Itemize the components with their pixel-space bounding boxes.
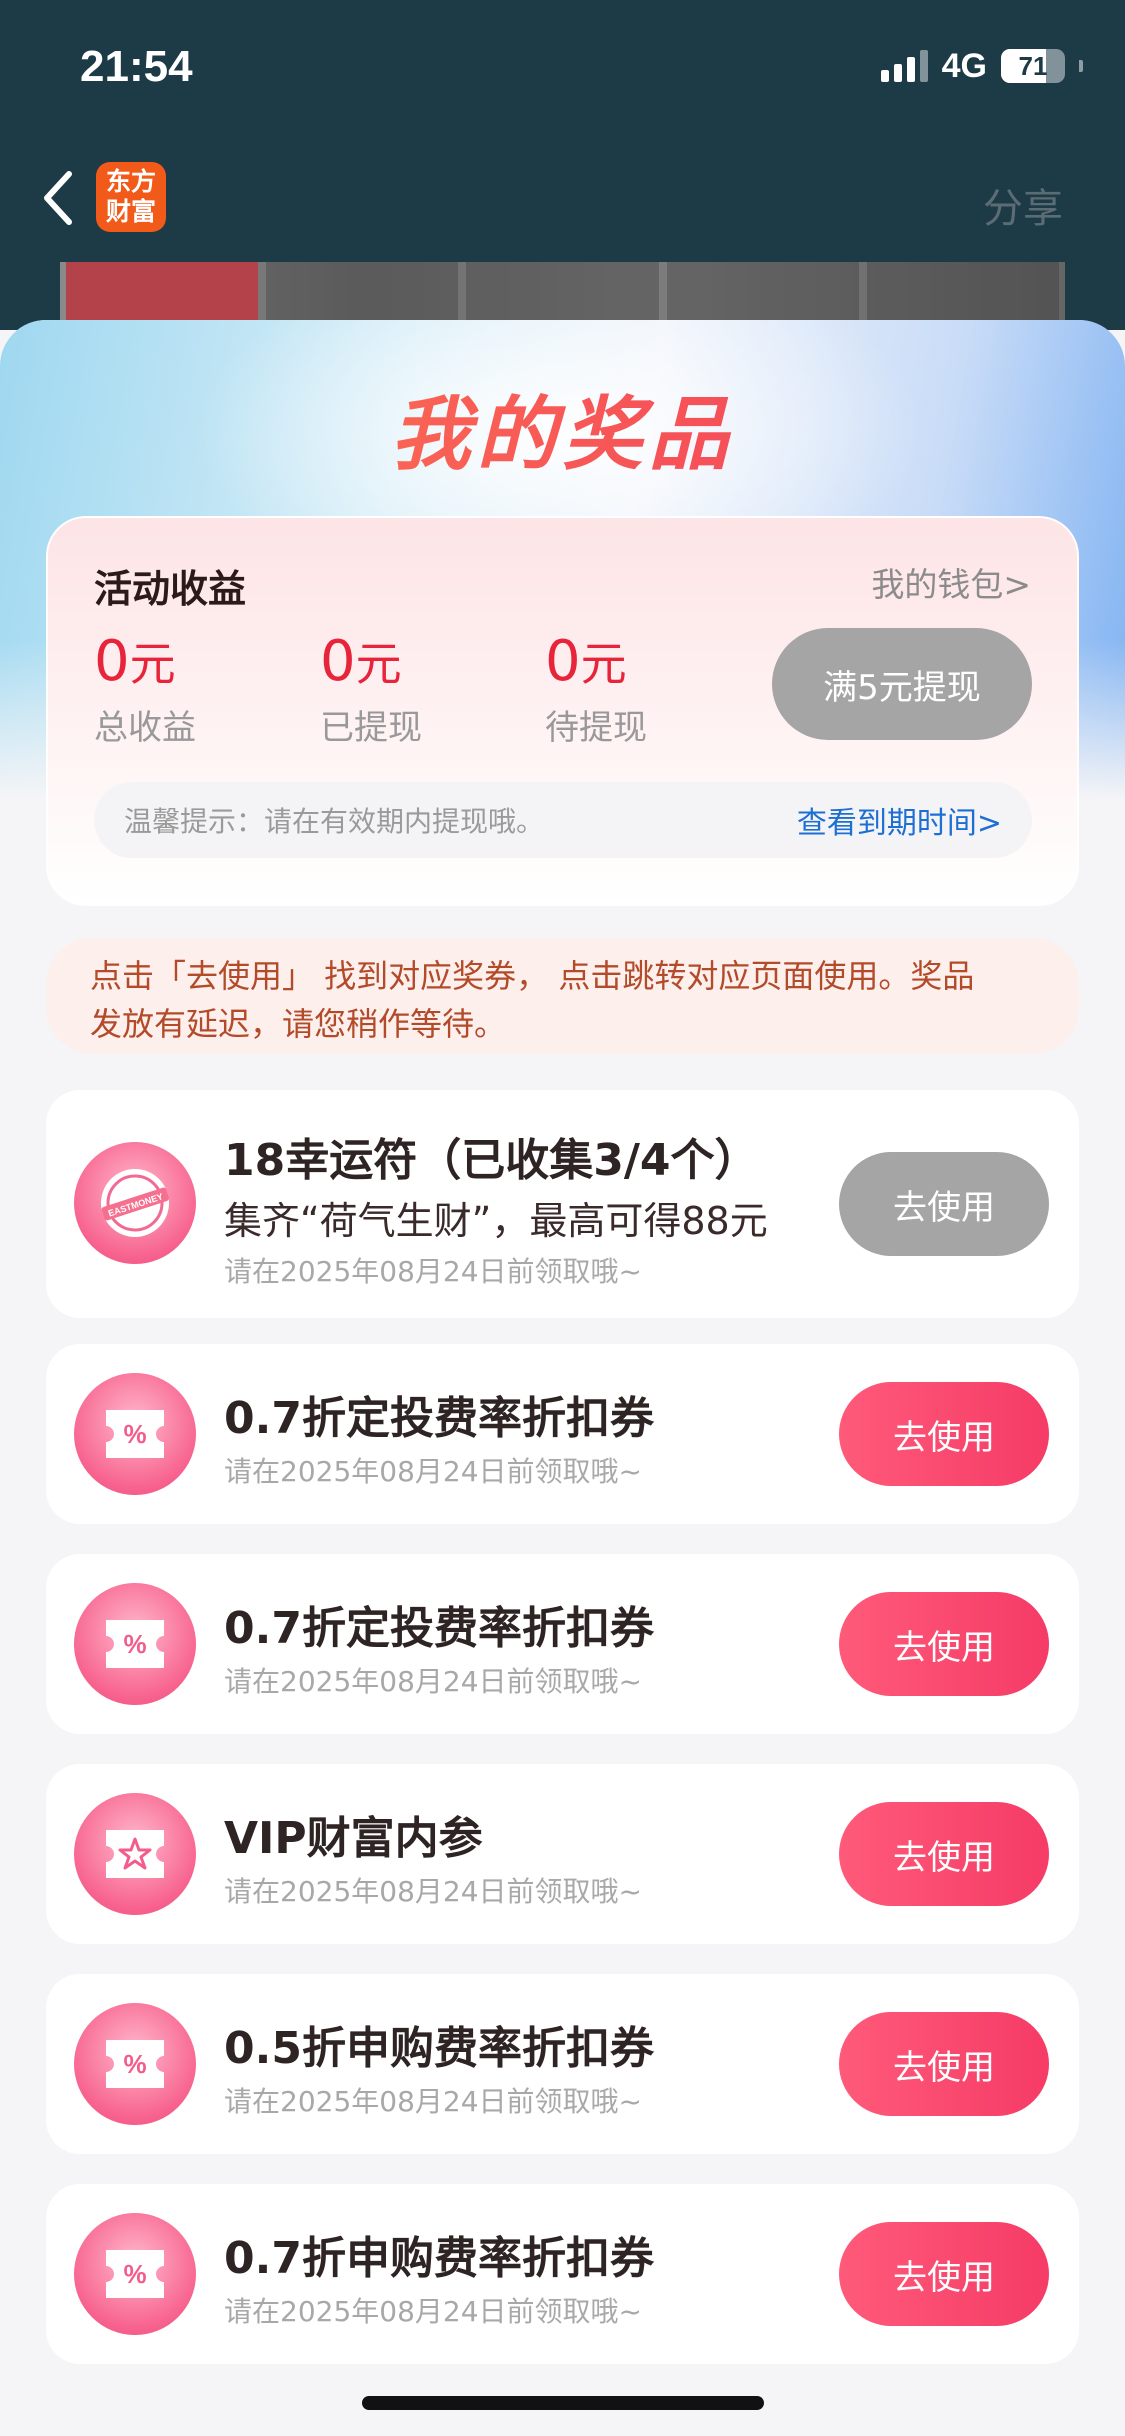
prize-item: EASTMONEY 18幸运符（已收集3/4个） 集齐“荷气生财”，最高可得88… [46, 1090, 1079, 1318]
expiry-link[interactable]: 查看到期时间> [797, 798, 1002, 842]
percent-coupon-icon: % [74, 1373, 196, 1495]
prize-date: 请在2025年08月24日前领取哦~ [224, 1875, 642, 1908]
prize-date: 请在2025年08月24日前领取哦~ [224, 2295, 642, 2328]
svg-text:%: % [123, 1419, 146, 1449]
use-button[interactable]: 去使用 [839, 2222, 1049, 2326]
battery-icon: 71 [1001, 49, 1065, 83]
prize-title: 0.7折定投费率折扣券 [224, 1603, 654, 1654]
percent-coupon-icon: % [74, 1583, 196, 1705]
prize-title: 18幸运符（已收集3/4个） [224, 1135, 759, 1186]
share-button[interactable]: 分享 [983, 176, 1063, 234]
star-ticket-icon [74, 1793, 196, 1915]
signal-icon [880, 50, 928, 82]
prize-item: VIP财富内参 请在2025年08月24日前领取哦~ 去使用 [46, 1764, 1079, 1944]
stat-pending: 0元 待提现 [545, 629, 647, 749]
tip-text: 温馨提示：请在有效期内提现哦。 [124, 805, 545, 838]
earnings-heading: 活动收益 [94, 567, 247, 611]
wallet-link[interactable]: 我的钱包> [871, 558, 1031, 606]
prize-item: % 0.7折定投费率折扣券 请在2025年08月24日前领取哦~ 去使用 [46, 1554, 1079, 1734]
eastmoney-badge-icon: EASTMONEY [74, 1142, 196, 1264]
top-header: 21:54 4G 71 东方 财富 分享 [0, 0, 1125, 342]
prize-date: 请在2025年08月24日前领取哦~ [224, 1665, 642, 1698]
status-indicators: 4G 71 [880, 46, 1083, 86]
percent-coupon-icon: % [74, 2003, 196, 2125]
home-indicator[interactable] [362, 2396, 764, 2410]
withdraw-button[interactable]: 满5元提现 [772, 628, 1032, 740]
prize-item: % 0.5折申购费率折扣券 请在2025年08月24日前领取哦~ 去使用 [46, 1974, 1079, 2154]
battery-level: 71 [1018, 50, 1048, 81]
stat-withdrawn: 0元 已提现 [320, 629, 422, 749]
use-button[interactable]: 去使用 [839, 1152, 1049, 1256]
prize-date: 请在2025年08月24日前领取哦~ [224, 1455, 642, 1488]
prize-title: VIP财富内参 [224, 1813, 483, 1864]
use-button[interactable]: 去使用 [839, 1382, 1049, 1486]
use-button[interactable]: 去使用 [839, 1592, 1049, 1696]
usage-notice: 点击「去使用」 找到对应奖券， 点击跳转对应页面使用。奖品 发放有延迟，请您稍作… [46, 938, 1079, 1054]
prize-item: % 0.7折申购费率折扣券 请在2025年08月24日前领取哦~ 去使用 [46, 2184, 1079, 2364]
chevron-left-icon [44, 171, 72, 225]
prize-title: 0.7折定投费率折扣券 [224, 1393, 654, 1444]
use-button[interactable]: 去使用 [839, 2012, 1049, 2116]
svg-text:%: % [123, 1629, 146, 1659]
status-time: 21:54 [80, 42, 193, 91]
stat-total: 0元 总收益 [94, 629, 196, 749]
prize-title: 0.5折申购费率折扣券 [224, 2023, 654, 2074]
network-type: 4G [941, 46, 987, 85]
prize-sheet: 我的奖品 活动收益 我的钱包> 0元 总收益 0元 已提现 0元 待提现 满5元… [0, 320, 1125, 2436]
percent-coupon-icon: % [74, 2213, 196, 2335]
prize-date: 请在2025年08月24日前领取哦~ [224, 2085, 642, 2118]
prize-title: 0.7折申购费率折扣券 [224, 2233, 654, 2284]
prize-subtitle: 集齐“荷气生财”，最高可得88元 [224, 1199, 768, 1243]
prize-date: 请在2025年08月24日前领取哦~ [224, 1255, 642, 1288]
svg-text:%: % [123, 2259, 146, 2289]
eastmoney-logo: 东方 财富 [96, 162, 166, 232]
svg-text:%: % [123, 2049, 146, 2079]
sheet-title: 我的奖品 [0, 370, 1125, 486]
prize-item: % 0.7折定投费率折扣券 请在2025年08月24日前领取哦~ 去使用 [46, 1344, 1079, 1524]
earnings-card: 活动收益 我的钱包> 0元 总收益 0元 已提现 0元 待提现 满5元提现 温馨… [46, 516, 1079, 906]
use-button[interactable]: 去使用 [839, 1802, 1049, 1906]
back-button[interactable] [38, 168, 78, 228]
tip-bar: 温馨提示：请在有效期内提现哦。 查看到期时间> [94, 782, 1032, 858]
